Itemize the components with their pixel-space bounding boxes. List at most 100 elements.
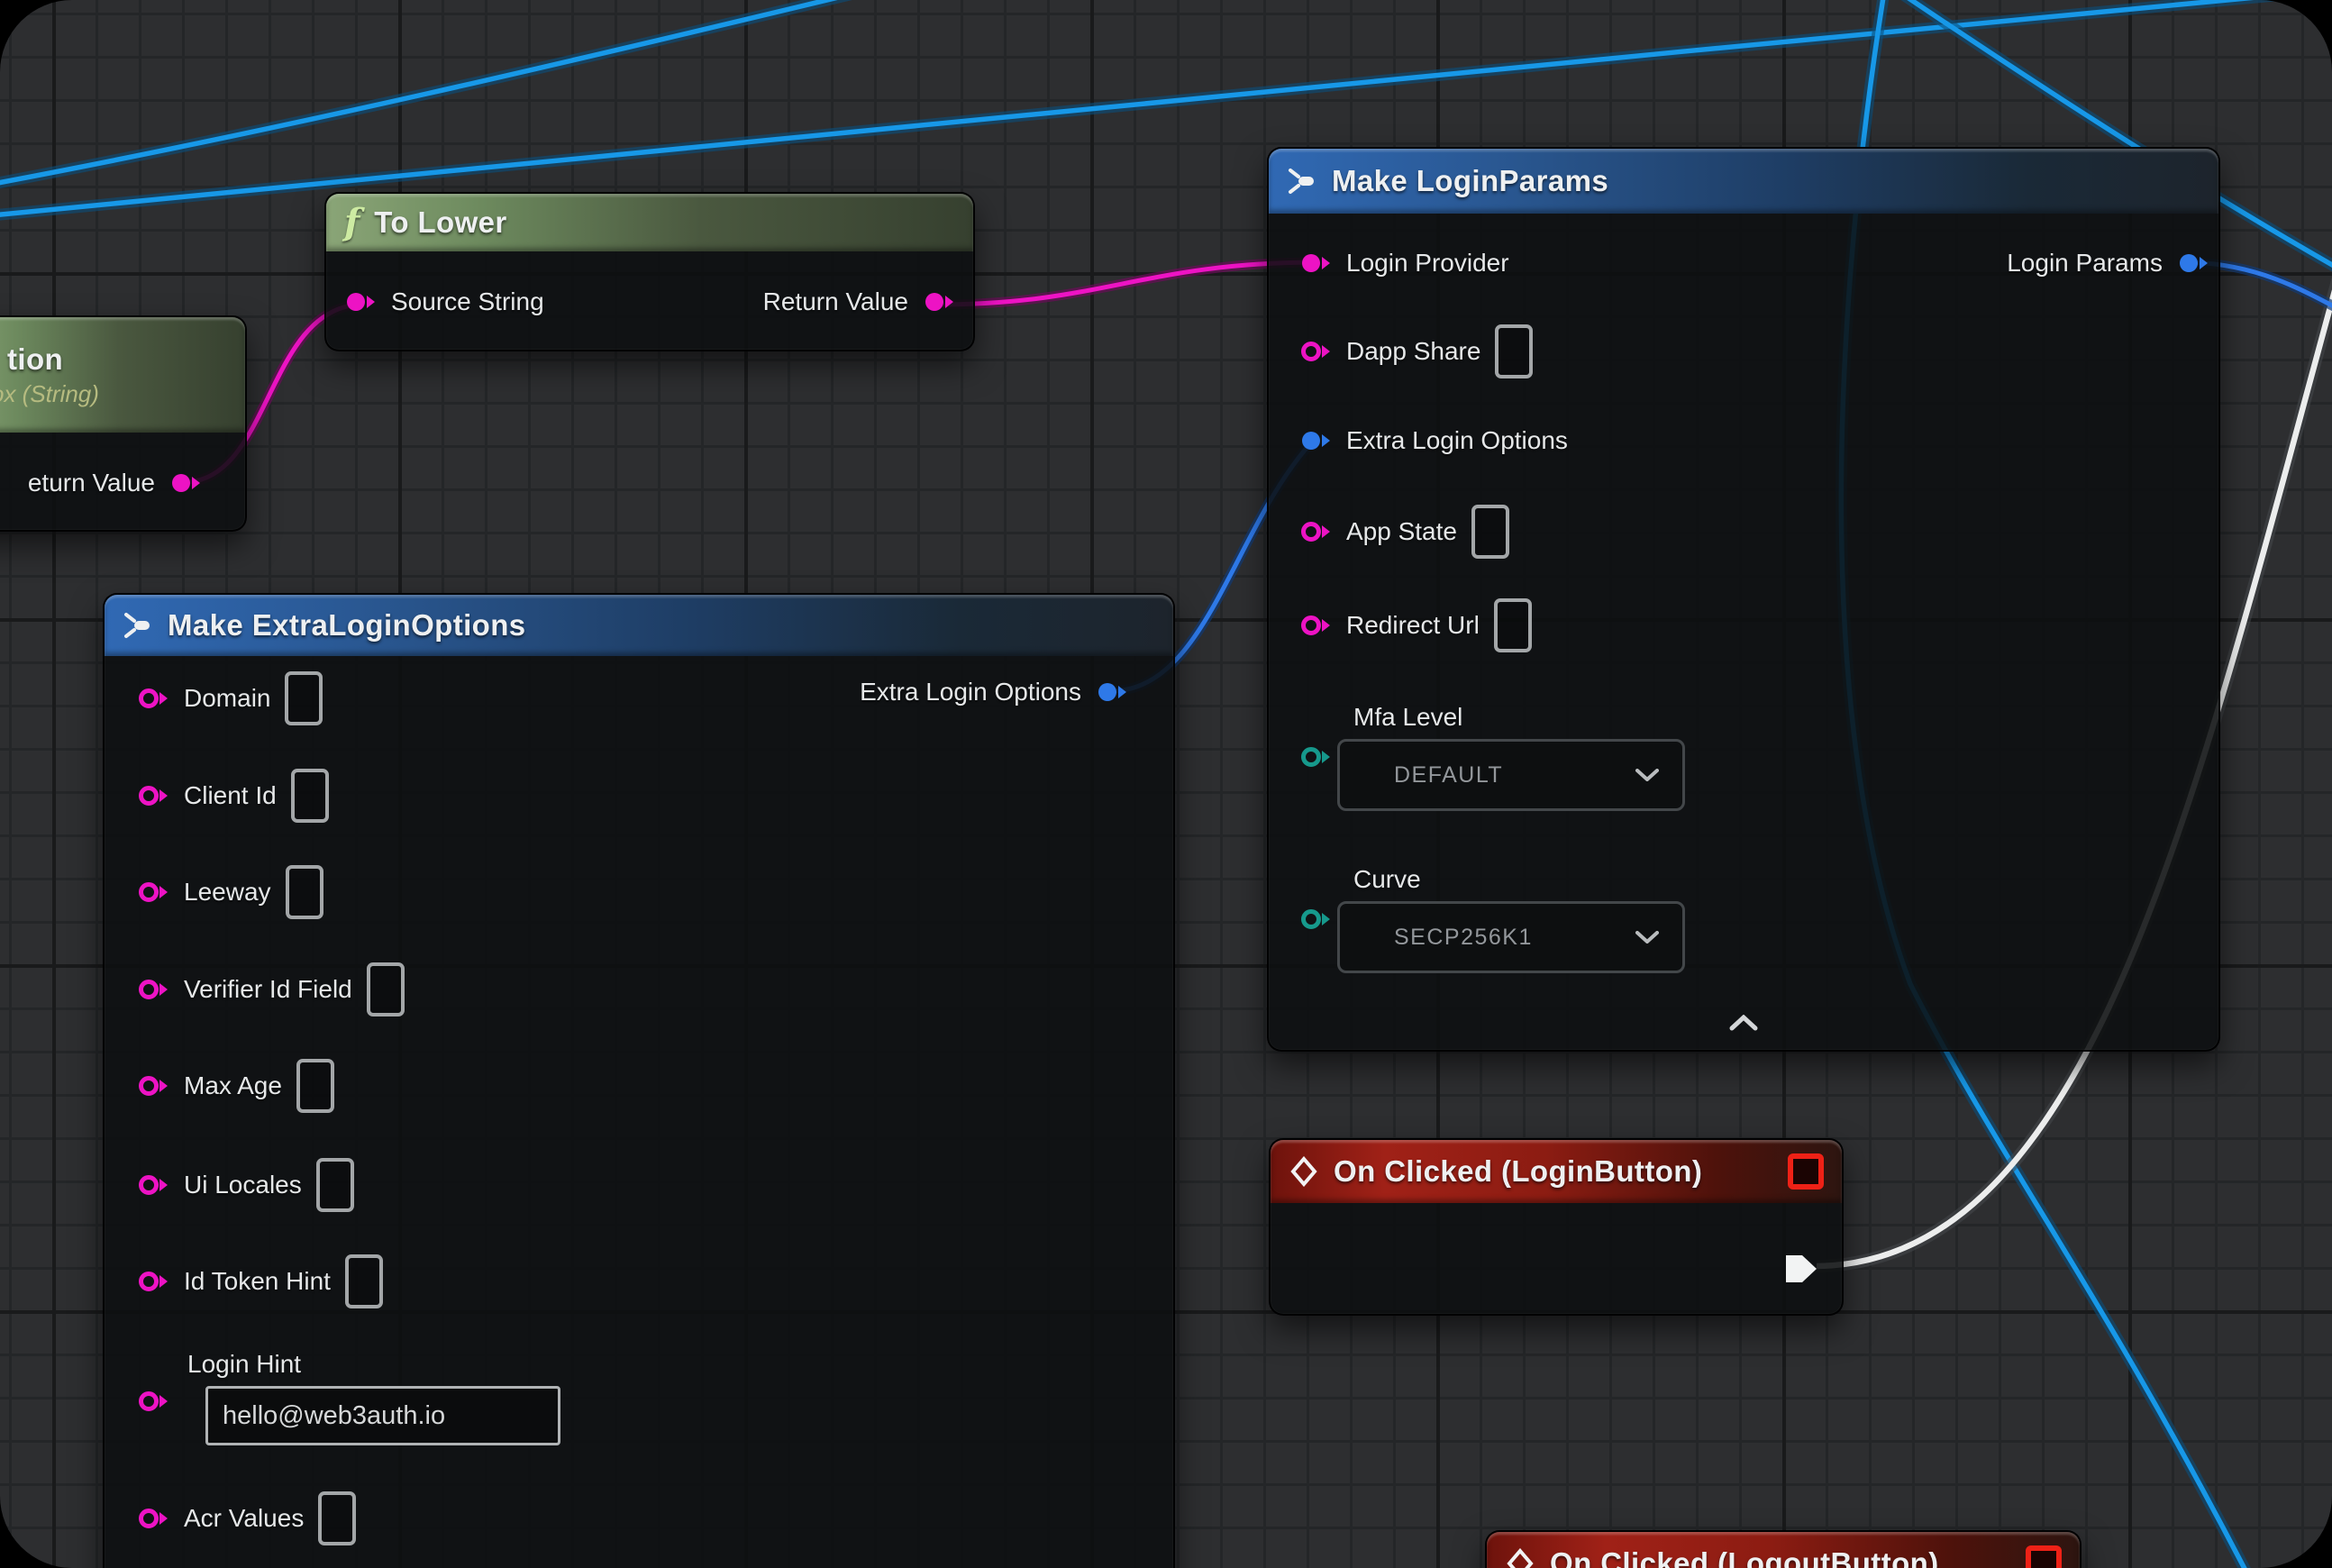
mfa-level-label: Mfa Level xyxy=(1353,703,1462,732)
login-provider-pin[interactable] xyxy=(1299,248,1332,278)
dapp-share-checkbox[interactable] xyxy=(1495,324,1533,378)
pin-icon xyxy=(1299,336,1332,367)
return-value-label: Return Value xyxy=(763,287,908,316)
curve-dropdown[interactable]: SECP256K1 xyxy=(1337,901,1685,973)
domain-checkbox[interactable] xyxy=(285,671,323,725)
chevron-down-icon xyxy=(1635,769,1659,781)
pin-icon xyxy=(169,468,202,498)
pin-icon xyxy=(137,1503,169,1534)
extra-login-options-output-pin[interactable] xyxy=(1096,677,1128,707)
verifier-id-field-checkbox[interactable] xyxy=(367,962,405,1016)
client-id-pin[interactable] xyxy=(137,780,169,811)
domain-label: Domain xyxy=(184,684,270,713)
node-on-clicked-logout-button[interactable]: On Clicked (LogoutButton) xyxy=(1485,1530,2081,1568)
node-subtitle-fragment: ox (String) xyxy=(0,380,99,408)
event-diamond-icon xyxy=(1289,1156,1319,1187)
leeway-pin[interactable] xyxy=(137,877,169,907)
pin-icon xyxy=(1299,742,1332,772)
login-hint-label: Login Hint xyxy=(187,1350,301,1379)
client-id-label: Client Id xyxy=(184,781,277,810)
ui-locales-checkbox[interactable] xyxy=(316,1158,354,1212)
function-icon: f xyxy=(344,205,360,241)
pin-icon xyxy=(137,974,169,1005)
delegate-output-pin[interactable] xyxy=(1788,1153,1824,1190)
acr-values-pin[interactable] xyxy=(137,1503,169,1534)
node-make-extra-login-options[interactable]: Make ExtraLoginOptions Extra Login Optio… xyxy=(103,593,1175,1568)
make-struct-icon xyxy=(123,611,153,640)
mfa-level-pin[interactable] xyxy=(1299,742,1332,772)
pin-icon xyxy=(137,683,169,714)
event-diamond-icon xyxy=(1505,1548,1535,1568)
login-provider-label: Login Provider xyxy=(1346,249,1509,278)
max-age-label: Max Age xyxy=(184,1071,282,1100)
ui-locales-pin[interactable] xyxy=(137,1170,169,1200)
id-token-hint-label: Id Token Hint xyxy=(184,1267,331,1296)
pin-icon xyxy=(1299,516,1332,547)
source-string-pin[interactable] xyxy=(344,287,377,317)
pin-icon xyxy=(137,1071,169,1101)
exec-output-pin[interactable] xyxy=(1784,1252,1818,1286)
pin-icon xyxy=(2177,248,2209,278)
chevron-up-icon xyxy=(1728,1015,1759,1031)
collapse-node-button[interactable] xyxy=(1728,1015,1759,1035)
dapp-share-label: Dapp Share xyxy=(1346,337,1480,366)
max-age-checkbox[interactable] xyxy=(296,1059,334,1113)
curve-pin[interactable] xyxy=(1299,904,1332,934)
leeway-checkbox[interactable] xyxy=(286,865,323,919)
node-title-fragment: tion xyxy=(7,342,63,377)
pin-icon xyxy=(1299,248,1332,278)
redirect-url-pin[interactable] xyxy=(1299,610,1332,641)
pin-icon xyxy=(137,877,169,907)
node-to-lower[interactable]: f To Lower Source String Return Value xyxy=(324,192,975,351)
curve-label: Curve xyxy=(1353,865,1421,894)
dapp-share-pin[interactable] xyxy=(1299,336,1332,367)
id-token-hint-pin[interactable] xyxy=(137,1266,169,1297)
mfa-level-value: DEFAULT xyxy=(1394,762,1503,789)
redirect-url-label: Redirect Url xyxy=(1346,611,1480,640)
return-value-pin[interactable] xyxy=(169,468,202,498)
blueprint-canvas[interactable]: tion ox (String) eturn Value f To Lower … xyxy=(0,0,2332,1568)
pin-icon xyxy=(137,780,169,811)
login-params-output-pin[interactable] xyxy=(2177,248,2209,278)
node-make-login-params[interactable]: Make LoginParams Login Provider Login Pa… xyxy=(1267,147,2220,1052)
client-id-checkbox[interactable] xyxy=(291,769,329,823)
extra-login-options-input-pin[interactable] xyxy=(1299,425,1332,456)
domain-pin[interactable] xyxy=(137,683,169,714)
id-token-hint-checkbox[interactable] xyxy=(345,1254,383,1308)
login-hint-input[interactable]: hello@web3auth.io xyxy=(205,1386,560,1445)
pin-icon xyxy=(1299,610,1332,641)
node-partial-function[interactable]: tion ox (String) eturn Value xyxy=(0,315,247,532)
login-hint-pin[interactable] xyxy=(137,1386,169,1417)
pin-icon xyxy=(137,1386,169,1417)
app-state-pin[interactable] xyxy=(1299,516,1332,547)
mfa-level-dropdown[interactable]: DEFAULT xyxy=(1337,739,1685,811)
node-title: On Clicked (LoginButton) xyxy=(1334,1154,1702,1189)
leeway-label: Leeway xyxy=(184,878,271,907)
node-title: To Lower xyxy=(374,205,506,240)
curve-value: SECP256K1 xyxy=(1394,925,1533,951)
acr-values-label: Acr Values xyxy=(184,1504,304,1533)
node-on-clicked-login-button[interactable]: On Clicked (LoginButton) xyxy=(1269,1138,1844,1316)
verifier-id-field-pin[interactable] xyxy=(137,974,169,1005)
delegate-output-pin[interactable] xyxy=(2026,1545,2062,1568)
app-state-checkbox[interactable] xyxy=(1471,505,1509,559)
source-string-label: Source String xyxy=(391,287,544,316)
pin-icon xyxy=(137,1266,169,1297)
redirect-url-checkbox[interactable] xyxy=(1494,598,1532,652)
acr-values-checkbox[interactable] xyxy=(318,1491,356,1545)
max-age-pin[interactable] xyxy=(137,1071,169,1101)
node-title: On Clicked (LogoutButton) xyxy=(1550,1546,1939,1568)
pin-icon xyxy=(137,1170,169,1200)
return-value-pin[interactable] xyxy=(923,287,955,317)
return-value-label: eturn Value xyxy=(28,469,155,497)
app-state-label: App State xyxy=(1346,517,1457,546)
extra-login-options-output-label: Extra Login Options xyxy=(860,678,1081,707)
login-params-output-label: Login Params xyxy=(2007,249,2163,278)
node-title: Make ExtraLoginOptions xyxy=(168,608,526,643)
ui-locales-label: Ui Locales xyxy=(184,1171,302,1199)
chevron-down-icon xyxy=(1635,931,1659,944)
blueprint-editor: tion ox (String) eturn Value f To Lower … xyxy=(0,0,2332,1568)
verifier-id-field-label: Verifier Id Field xyxy=(184,975,352,1004)
node-title: Make LoginParams xyxy=(1332,164,1608,198)
pin-icon xyxy=(1096,677,1128,707)
